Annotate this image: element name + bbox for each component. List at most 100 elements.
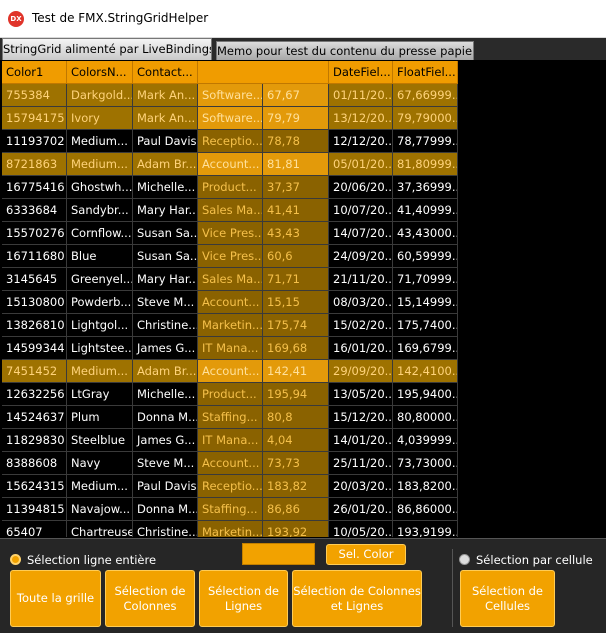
table-cell[interactable]: Steve M... (133, 291, 198, 314)
table-cell[interactable]: 15,15 (263, 291, 329, 314)
column-header[interactable] (198, 61, 329, 84)
table-cell[interactable]: Powderb... (67, 291, 133, 314)
table-cell[interactable]: Medium... (67, 130, 133, 153)
table-cell[interactable]: 142,4100... (393, 360, 458, 383)
table-cell[interactable]: 20/03/20... (329, 475, 393, 498)
table-cell[interactable]: Vice Pres... (198, 222, 263, 245)
table-cell[interactable]: 67,66999... (393, 84, 458, 107)
table-cell[interactable]: 10/07/20... (329, 199, 393, 222)
table-cell[interactable]: 169,6799... (393, 337, 458, 360)
table-cell[interactable]: Mary Har... (133, 199, 198, 222)
table-cell[interactable]: 37,36999... (393, 176, 458, 199)
table-cell[interactable]: 01/11/20... (329, 84, 393, 107)
table-cell[interactable]: 21/11/20... (329, 268, 393, 291)
table-cell[interactable]: 11394815 (2, 498, 67, 521)
table-cell[interactable]: Michelle... (133, 383, 198, 406)
table-cell[interactable]: Steve M... (133, 452, 198, 475)
table-cell[interactable]: 60,6 (263, 245, 329, 268)
table-cell[interactable]: Sandybr... (67, 199, 133, 222)
radio-row-selection-label[interactable]: Sélection ligne entière (27, 553, 156, 567)
table-cell[interactable]: 43,43 (263, 222, 329, 245)
table-cell[interactable]: 81,81 (263, 153, 329, 176)
table-cell[interactable]: 86,86000... (393, 498, 458, 521)
table-cell[interactable]: IT Mana... (198, 429, 263, 452)
table-cell[interactable]: 4,039999... (393, 429, 458, 452)
table-cell[interactable]: 16775416 (2, 176, 67, 199)
table-cell[interactable]: IT Mana... (198, 337, 263, 360)
table-cell[interactable]: Staffing... (198, 498, 263, 521)
table-cell[interactable]: 73,73000... (393, 452, 458, 475)
table-cell[interactable]: Marketin... (198, 314, 263, 337)
table-cell[interactable]: 80,80000... (393, 406, 458, 429)
table-cell[interactable]: 15624315 (2, 475, 67, 498)
table-cell[interactable]: Account... (198, 291, 263, 314)
table-cell[interactable]: 14599344 (2, 337, 67, 360)
table-cell[interactable]: 16/01/20... (329, 337, 393, 360)
table-cell[interactable]: 15/12/20... (329, 406, 393, 429)
table-cell[interactable]: Sales Ma... (198, 199, 263, 222)
table-cell[interactable]: Medium... (67, 475, 133, 498)
table-cell[interactable]: 16711680 (2, 245, 67, 268)
table-cell[interactable]: 73,73 (263, 452, 329, 475)
table-cell[interactable]: 183,82 (263, 475, 329, 498)
table-cell[interactable]: 71,70999... (393, 268, 458, 291)
table-cell[interactable]: 4,04 (263, 429, 329, 452)
table-cell[interactable]: 10/05/20... (329, 521, 393, 537)
radio-cell-selection[interactable] (459, 554, 470, 565)
table-cell[interactable]: Account... (198, 153, 263, 176)
table-cell[interactable]: 195,9400... (393, 383, 458, 406)
table-cell[interactable]: 175,74 (263, 314, 329, 337)
table-cell[interactable]: Steelblue (67, 429, 133, 452)
table-cell[interactable]: Christine... (133, 314, 198, 337)
table-cell[interactable]: 65407 (2, 521, 67, 537)
table-cell[interactable]: Michelle... (133, 176, 198, 199)
table-cell[interactable]: Product... (198, 176, 263, 199)
table-cell[interactable]: 14/07/20... (329, 222, 393, 245)
table-cell[interactable]: Blue (67, 245, 133, 268)
table-cell[interactable]: 24/09/20... (329, 245, 393, 268)
select-all-button[interactable]: Toute la grille (10, 570, 101, 627)
select-columns-button[interactable]: Sélection de Colonnes (105, 570, 195, 627)
table-cell[interactable]: 755384 (2, 84, 67, 107)
table-cell[interactable]: 169,68 (263, 337, 329, 360)
table-cell[interactable]: 15794175 (2, 107, 67, 130)
table-cell[interactable]: 142,41 (263, 360, 329, 383)
table-cell[interactable]: 41,41 (263, 199, 329, 222)
table-cell[interactable]: Mark An... (133, 84, 198, 107)
column-header[interactable]: FloatFiel... (393, 61, 458, 84)
table-cell[interactable]: Software... (198, 107, 263, 130)
table-cell[interactable]: Mary Har... (133, 268, 198, 291)
table-cell[interactable]: 08/03/20... (329, 291, 393, 314)
table-cell[interactable]: Adam Br... (133, 360, 198, 383)
radio-cell-selection-label[interactable]: Sélection par cellule (476, 553, 593, 567)
table-cell[interactable]: 78,78 (263, 130, 329, 153)
table-cell[interactable]: Marketin... (198, 521, 263, 537)
table-cell[interactable]: 20/06/20... (329, 176, 393, 199)
table-cell[interactable]: Paul Davis (133, 130, 198, 153)
table-cell[interactable]: 41,40999... (393, 199, 458, 222)
table-cell[interactable]: 79,79000... (393, 107, 458, 130)
table-cell[interactable]: Susan Sa... (133, 222, 198, 245)
table-cell[interactable]: 81,80999... (393, 153, 458, 176)
table-cell[interactable]: James G... (133, 429, 198, 452)
table-cell[interactable]: 6333684 (2, 199, 67, 222)
table-cell[interactable]: Plum (67, 406, 133, 429)
table-cell[interactable]: 11193702 (2, 130, 67, 153)
column-header[interactable]: Color1 (2, 61, 67, 84)
table-cell[interactable]: 14524637 (2, 406, 67, 429)
table-cell[interactable]: Darkgold... (67, 84, 133, 107)
table-cell[interactable]: Cornflow... (67, 222, 133, 245)
string-grid[interactable]: Color1 ColorsN... Contact... DateFiel...… (2, 61, 606, 537)
table-cell[interactable]: 193,9199... (393, 521, 458, 537)
table-cell[interactable]: Receptio... (198, 475, 263, 498)
table-cell[interactable]: 43,43000... (393, 222, 458, 245)
radio-row-selection[interactable] (10, 554, 21, 565)
table-cell[interactable]: Christine... (133, 521, 198, 537)
table-cell[interactable]: 05/01/20... (329, 153, 393, 176)
table-cell[interactable]: Navajow... (67, 498, 133, 521)
table-cell[interactable]: Navy (67, 452, 133, 475)
table-cell[interactable]: 14/01/20... (329, 429, 393, 452)
table-cell[interactable]: Susan Sa... (133, 245, 198, 268)
table-cell[interactable]: Mark An... (133, 107, 198, 130)
table-cell[interactable]: Ivory (67, 107, 133, 130)
